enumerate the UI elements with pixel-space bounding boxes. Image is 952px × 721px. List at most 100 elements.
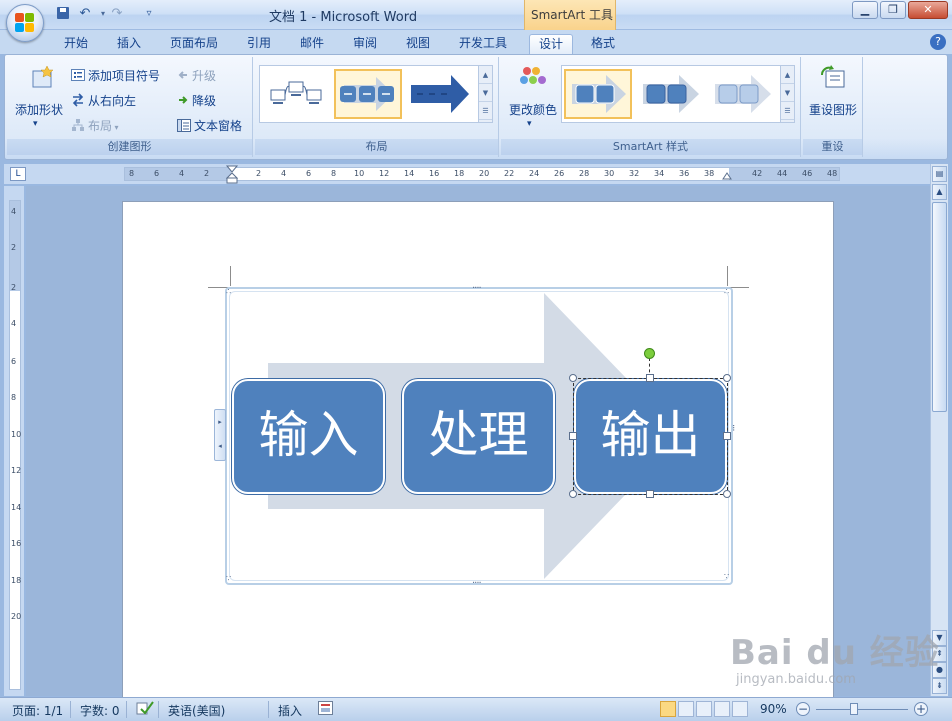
web-layout-view-icon[interactable] xyxy=(696,701,712,717)
zoom-out-icon[interactable]: − xyxy=(796,702,810,716)
resize-handle-top-left[interactable] xyxy=(569,374,577,382)
add-shape-button[interactable]: 添加形状 xyxy=(15,101,63,118)
crop-mark xyxy=(727,266,728,286)
swap-arrows-icon xyxy=(71,93,85,110)
watermark-main-text: Bai du 经验 xyxy=(730,633,940,673)
ruler-tick: 18 xyxy=(11,576,22,585)
tab-selector-icon[interactable]: L xyxy=(10,167,26,181)
change-colors-dropdown-icon[interactable]: ▾ xyxy=(527,119,532,129)
save-icon[interactable] xyxy=(54,5,72,23)
ruler-tick: 10 xyxy=(11,430,22,439)
style-option-3[interactable] xyxy=(708,69,776,119)
layout-option-1[interactable] xyxy=(264,69,332,119)
ruler-tick: 32 xyxy=(629,169,640,178)
tab-page-layout[interactable]: 页面布局 xyxy=(165,34,223,54)
tab-view[interactable]: 视图 xyxy=(400,34,436,54)
resize-handle-bottom[interactable] xyxy=(646,490,654,498)
layout-label: 布局 xyxy=(88,119,113,133)
change-colors-button[interactable]: 更改颜色 xyxy=(509,101,557,118)
ruler-tick: 30 xyxy=(604,169,615,178)
style-option-2[interactable] xyxy=(636,69,704,119)
language-indicator[interactable]: 英语(美国) xyxy=(168,702,225,719)
close-button[interactable]: ✕ xyxy=(908,1,948,19)
gallery-up-icon[interactable]: ▲ xyxy=(479,66,492,84)
style-option-1[interactable] xyxy=(564,69,632,119)
resize-handle-bottom-left[interactable] xyxy=(569,490,577,498)
layout-thumbnail-icon xyxy=(340,77,394,111)
ruler-left-margin xyxy=(125,168,231,180)
crop-mark xyxy=(230,266,231,286)
promote-button[interactable]: 升级 xyxy=(177,67,216,84)
right-indent-marker-icon[interactable] xyxy=(722,170,732,180)
office-button[interactable] xyxy=(6,4,44,42)
print-layout-view-icon[interactable] xyxy=(660,701,676,717)
zoom-in-icon[interactable]: + xyxy=(914,702,928,716)
gallery-down-icon[interactable]: ▼ xyxy=(781,84,794,102)
process-box-process[interactable]: 处理 xyxy=(402,379,555,494)
gallery-down-icon[interactable]: ▼ xyxy=(479,84,492,102)
minimize-button[interactable]: ▁ xyxy=(852,1,878,19)
window-controls: ▁ ❐ ✕ xyxy=(850,1,948,19)
tab-home[interactable]: 开始 xyxy=(58,34,94,54)
full-screen-reading-view-icon[interactable] xyxy=(678,701,694,717)
word-count[interactable]: 字数: 0 xyxy=(80,702,120,719)
zoom-level[interactable]: 90% xyxy=(760,702,787,716)
tab-developer[interactable]: 开发工具 xyxy=(453,34,513,54)
ruler-tick: 8 xyxy=(331,169,337,178)
proofing-icon[interactable] xyxy=(136,700,154,719)
scroll-up-icon[interactable]: ▲ xyxy=(932,184,947,200)
text-pane-toggle-button[interactable]: ▸ ◂ xyxy=(214,409,226,461)
ruler-tick: 20 xyxy=(479,169,490,178)
process-box-input[interactable]: 输入 xyxy=(232,379,385,494)
divider xyxy=(268,701,269,718)
demote-button[interactable]: 降级 xyxy=(177,92,216,109)
draft-view-icon[interactable] xyxy=(732,701,748,717)
ruler-tick: 16 xyxy=(429,169,440,178)
resize-handle-right[interactable] xyxy=(723,432,731,440)
outline-view-icon[interactable] xyxy=(714,701,730,717)
add-bullet-button[interactable]: 添加项目符号 xyxy=(71,67,160,84)
vertical-ruler-numbers: 4 2 2 4 6 8 10 12 14 16 18 20 xyxy=(11,208,21,633)
add-shape-dropdown-icon[interactable]: ▾ xyxy=(33,119,38,129)
zoom-slider-track[interactable] xyxy=(816,709,908,710)
tab-references[interactable]: 引用 xyxy=(241,34,277,54)
rotation-handle[interactable] xyxy=(644,348,655,359)
page-count[interactable]: 页面: 1/1 xyxy=(12,702,63,719)
smartart-tools-label: SmartArt 工具 xyxy=(531,8,613,22)
text-pane-button[interactable]: 文本窗格 xyxy=(177,117,242,135)
add-shape-icon xyxy=(29,65,55,91)
ruler-toggle-icon[interactable]: ▤ xyxy=(932,166,947,182)
redo-icon[interactable]: ↷ xyxy=(108,5,126,23)
gallery-more-icon[interactable]: ☰ xyxy=(479,102,492,120)
resize-handle-left[interactable] xyxy=(569,432,577,440)
customize-quick-access-icon[interactable]: ▿ xyxy=(140,5,158,23)
ruler-tick: 22 xyxy=(504,169,515,178)
layout-option-2[interactable] xyxy=(334,69,402,119)
insert-mode-indicator[interactable]: 插入 xyxy=(278,702,302,719)
restore-button[interactable]: ❐ xyxy=(880,1,906,19)
tab-mailings[interactable]: 邮件 xyxy=(294,34,330,54)
scroll-thumb[interactable] xyxy=(932,202,947,412)
tab-design[interactable]: 设计 xyxy=(529,34,573,54)
help-icon[interactable]: ? xyxy=(930,34,946,50)
layout-thumbnail-icon xyxy=(270,81,322,104)
tab-format[interactable]: 格式 xyxy=(585,34,621,54)
zoom-slider-thumb[interactable] xyxy=(850,703,858,715)
gallery-more-icon[interactable]: ☰ xyxy=(781,102,794,120)
resize-handle-top[interactable] xyxy=(646,374,654,382)
gallery-up-icon[interactable]: ▲ xyxy=(781,66,794,84)
tab-insert[interactable]: 插入 xyxy=(111,34,147,54)
macro-recording-icon[interactable] xyxy=(318,701,334,719)
frame-resize-handle-right[interactable]: ··· xyxy=(727,424,738,431)
layouts-group-label: 布局 xyxy=(255,139,498,155)
resize-handle-bottom-right[interactable] xyxy=(723,490,731,498)
undo-icon[interactable]: ↶ xyxy=(76,5,94,23)
resize-handle-top-right[interactable] xyxy=(723,374,731,382)
tab-review[interactable]: 审阅 xyxy=(347,34,383,54)
right-to-left-button[interactable]: 从右向左 xyxy=(71,92,136,110)
indent-marker-icon[interactable] xyxy=(226,164,238,184)
layout-option-3[interactable] xyxy=(406,69,474,119)
vertical-scrollbar[interactable]: ▤ ▲ ▼ ⇞ ● ⇟ xyxy=(930,164,948,696)
reset-graphic-button[interactable]: 重设图形 xyxy=(809,101,857,118)
layout-button[interactable]: 布局 ▾ xyxy=(71,117,119,135)
